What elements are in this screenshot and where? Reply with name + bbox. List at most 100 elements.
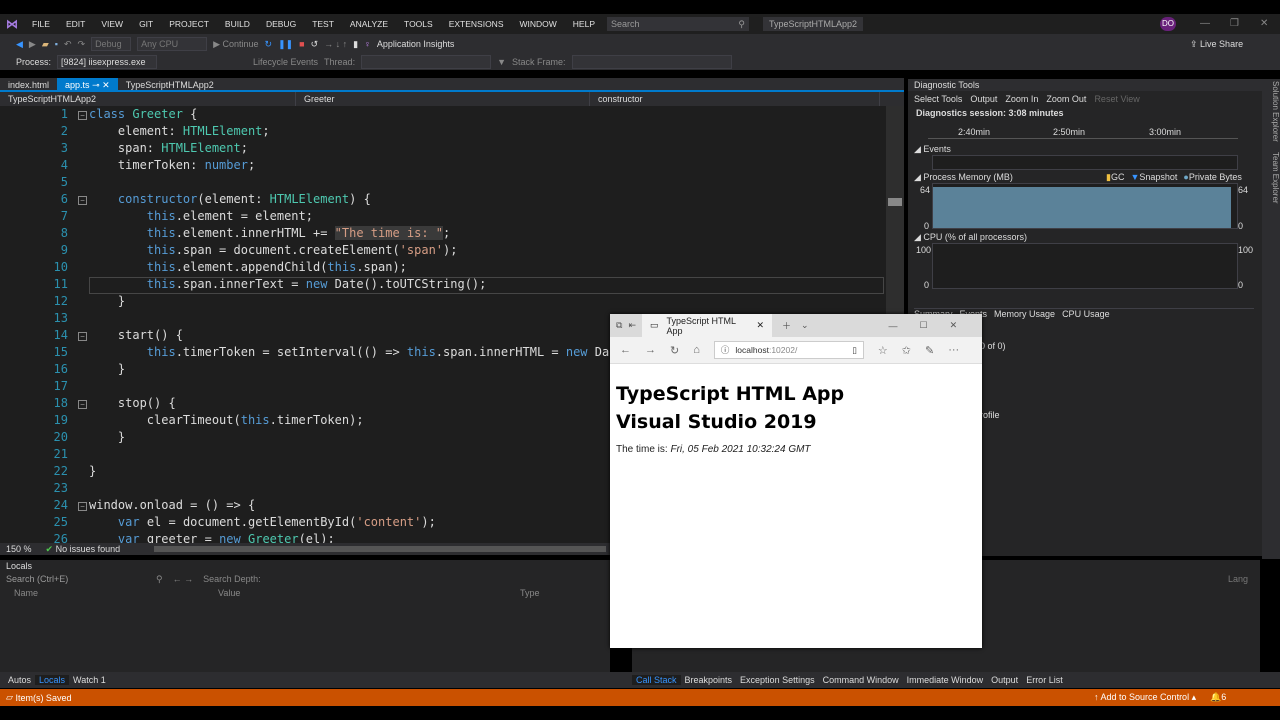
application-insights-button[interactable]: Application Insights <box>377 39 455 49</box>
save-icon[interactable]: ▪ <box>55 39 58 49</box>
tab-autos[interactable]: Autos <box>4 675 35 685</box>
code-line[interactable]: } <box>89 362 125 376</box>
menu-tools[interactable]: TOOLS <box>398 19 439 29</box>
tool-select-tools[interactable]: Select Tools <box>914 94 962 104</box>
project-dropdown[interactable]: TypeScriptHTMLApp2 <box>0 92 296 106</box>
menu-file[interactable]: FILE <box>26 19 56 29</box>
code-line[interactable]: stop() { <box>89 396 176 410</box>
issues-indicator[interactable]: ✔ No issues found <box>46 544 121 555</box>
horizontal-scrollbar[interactable] <box>154 546 606 552</box>
browser-minimize-icon[interactable]: — <box>889 321 898 331</box>
collapse-icon[interactable]: − <box>78 111 87 120</box>
tab-command-window[interactable]: Command Window <box>819 675 903 685</box>
code-line[interactable]: var el = document.getElementById('conten… <box>89 515 436 529</box>
tab-immediate-window[interactable]: Immediate Window <box>903 675 988 685</box>
reading-view-icon[interactable]: ▯ <box>852 345 857 356</box>
browser-tab[interactable]: ▭ TypeScript HTML App ✕ <box>641 314 772 337</box>
menu-window[interactable]: WINDOW <box>514 19 563 29</box>
tab-project[interactable]: TypeScriptHTMLApp2 <box>118 78 222 90</box>
tab-locals[interactable]: Locals <box>35 675 70 685</box>
menu-extensions[interactable]: EXTENSIONS <box>443 19 510 29</box>
tool-output[interactable]: Output <box>970 94 997 104</box>
events-section-label[interactable]: ◢ Events <box>914 144 951 155</box>
configuration-dropdown[interactable]: Debug <box>91 37 132 51</box>
menu-git[interactable]: GIT <box>133 19 159 29</box>
search-box[interactable]: Search ⚲ <box>607 17 750 31</box>
more-icon[interactable]: ··· <box>948 344 959 356</box>
tab-breakpoints[interactable]: Breakpoints <box>681 675 737 685</box>
forward-icon[interactable]: ▶ <box>29 39 36 50</box>
collapse-icon[interactable]: − <box>78 196 87 205</box>
code-line[interactable]: } <box>89 294 125 308</box>
stack-frame-dropdown[interactable] <box>571 55 732 69</box>
tab-app-ts[interactable]: app.ts ⊸ ✕ <box>57 78 118 90</box>
language-column[interactable]: Lang <box>1228 574 1248 584</box>
step-icon[interactable]: → ↓ ↑ <box>324 39 347 49</box>
column-name[interactable]: Name <box>14 588 218 598</box>
tab-call-stack[interactable]: Call Stack <box>632 675 681 685</box>
back-icon[interactable]: ← <box>620 344 631 356</box>
process-dropdown[interactable]: [9824] iisexpress.exe <box>57 55 158 69</box>
code-line[interactable]: this.span.innerText = new Date().toUTCSt… <box>89 277 487 291</box>
restart-icon[interactable]: ↺ <box>311 39 319 50</box>
tab-error-list[interactable]: Error List <box>1022 675 1067 685</box>
code-line[interactable]: window.onload = () => { <box>89 498 255 512</box>
collapse-icon[interactable]: − <box>78 502 87 511</box>
browser-close-icon[interactable]: ✕ <box>950 320 958 331</box>
tab-list-icon[interactable]: ⌄ <box>801 320 809 331</box>
menu-test[interactable]: TEST <box>306 19 340 29</box>
close-icon[interactable]: ✕ <box>1260 18 1268 29</box>
tool-reset-view[interactable]: Reset View <box>1094 94 1139 104</box>
memory-section-label[interactable]: ◢ Process Memory (MB) <box>914 172 1013 183</box>
code-line[interactable]: this.element = element; <box>89 209 313 223</box>
refresh-icon[interactable]: ↻ <box>265 39 273 50</box>
forward-icon[interactable]: → <box>645 344 656 356</box>
lifecycle-events-button[interactable]: Lifecycle Events <box>253 57 318 67</box>
refresh-icon[interactable]: ↻ <box>670 344 679 357</box>
favorite-star-icon[interactable]: ☆ <box>878 344 888 357</box>
column-value[interactable]: Value <box>218 588 520 598</box>
tool-zoom-in[interactable]: Zoom In <box>1005 94 1038 104</box>
tab-output[interactable]: Output <box>987 675 1022 685</box>
close-tab-icon[interactable]: ✕ <box>102 80 110 90</box>
new-tab-icon[interactable]: ＋ <box>782 319 791 332</box>
back-arrow-icon[interactable]: ← → <box>173 574 194 586</box>
code-line[interactable]: } <box>89 430 125 444</box>
tab-exception-settings[interactable]: Exception Settings <box>736 675 819 685</box>
filter-icon[interactable]: ▼ <box>497 57 506 67</box>
code-line[interactable]: timerToken: number; <box>89 158 255 172</box>
search-icon[interactable]: ⚲ <box>156 574 163 586</box>
set-aside-icon[interactable]: ⇤ <box>628 320 636 331</box>
thread-dropdown[interactable] <box>361 55 492 69</box>
member-dropdown[interactable]: constructor <box>590 92 880 106</box>
code-line[interactable]: this.element.innerHTML += "The time is: … <box>89 226 450 240</box>
code-line[interactable]: element: HTMLElement; <box>89 124 270 138</box>
url-input[interactable]: ⓘ localhost:10202/ ▯ <box>713 341 864 359</box>
cpu-section-label[interactable]: ◢ CPU (% of all processors) <box>914 232 1027 243</box>
code-line[interactable]: constructor(element: HTMLElement) { <box>89 192 371 206</box>
pause-icon[interactable]: ❚❚ <box>278 39 293 50</box>
collapse-icon[interactable]: − <box>78 400 87 409</box>
stop-icon[interactable]: ■ <box>299 39 304 49</box>
solution-explorer-tab[interactable]: Solution Explorer <box>1262 81 1280 142</box>
zoom-level-dropdown[interactable]: 150 % <box>6 544 32 554</box>
notes-icon[interactable]: ✎ <box>925 344 934 357</box>
menu-analyze[interactable]: ANALYZE <box>344 19 394 29</box>
code-line[interactable]: start() { <box>89 328 183 342</box>
locals-search-input[interactable]: Search (Ctrl+E) <box>6 574 146 586</box>
code-line[interactable]: this.span = document.createElement('span… <box>89 243 458 257</box>
menu-debug[interactable]: DEBUG <box>260 19 302 29</box>
add-to-source-control-button[interactable]: ↑ Add to Source Control ▴ <box>1094 692 1196 703</box>
diag-tab-cpu-usage[interactable]: CPU Usage <box>1062 309 1110 319</box>
diag-tab-memory-usage[interactable]: Memory Usage <box>994 309 1055 319</box>
memory-chart[interactable] <box>932 183 1238 229</box>
summary-row[interactable]: rofile <box>980 410 1000 420</box>
maximize-icon[interactable]: ❐ <box>1230 18 1239 29</box>
bookmark-icon[interactable]: ▮ <box>353 39 358 50</box>
menu-edit[interactable]: EDIT <box>60 19 91 29</box>
continue-button[interactable]: ▶ Continue <box>213 39 258 50</box>
user-avatar[interactable]: DO <box>1160 17 1176 31</box>
back-icon[interactable]: ◀ <box>16 39 23 50</box>
tab-index-html[interactable]: index.html <box>0 78 57 90</box>
menu-project[interactable]: PROJECT <box>163 19 215 29</box>
